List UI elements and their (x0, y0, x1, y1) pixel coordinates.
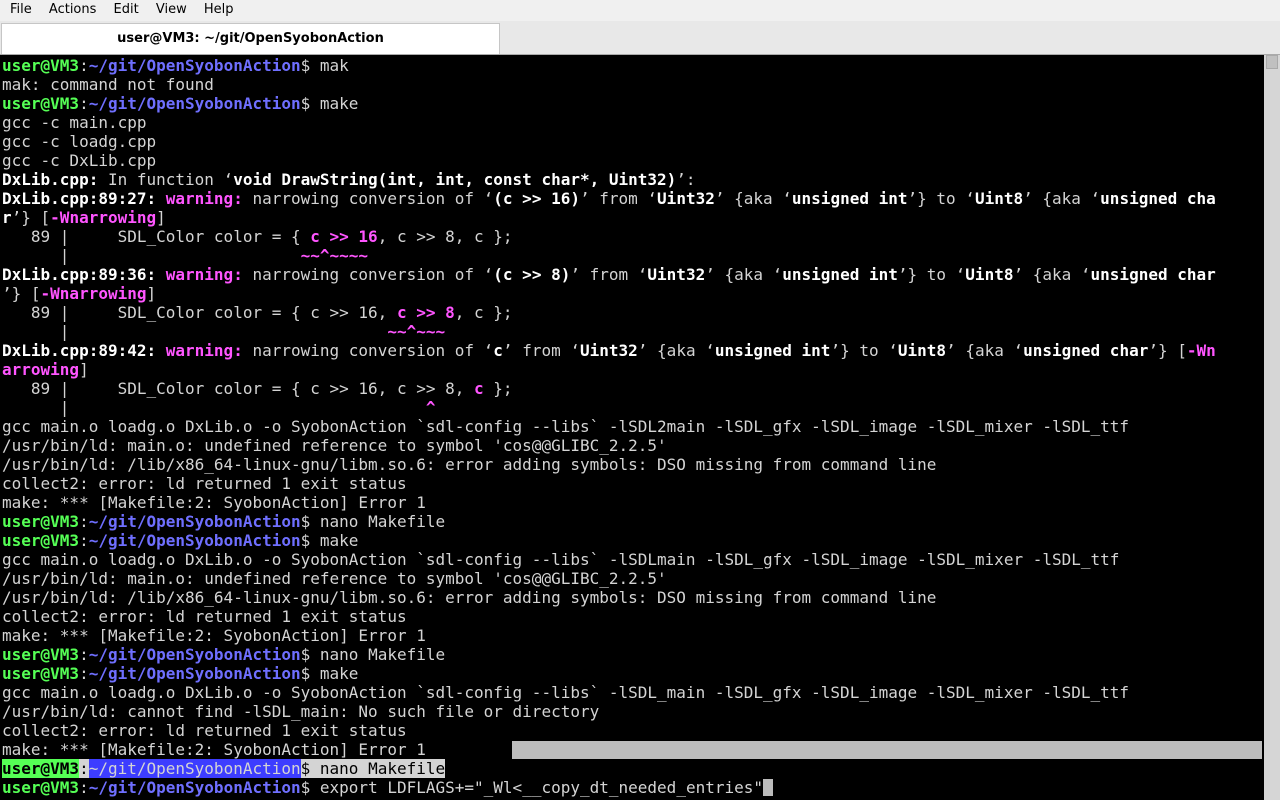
terminal-line: mak: command not found (2, 75, 214, 94)
terminal-line: /usr/bin/ld: /lib/x86_64-linux-gnu/libm.… (2, 455, 937, 474)
terminal-line: /usr/bin/ld: main.o: undefined reference… (2, 436, 667, 455)
terminal-line-selected: user@VM3:~/git/OpenSyobonAction$ nano Ma… (2, 759, 446, 778)
terminal-line: collect2: error: ld returned 1 exit stat… (2, 474, 407, 493)
terminal-line: gcc -c main.cpp (2, 113, 147, 132)
terminal-line: user@VM3:~/git/OpenSyobonAction$ make (2, 94, 359, 113)
tab-bar: user@VM3: ~/git/OpenSyobonAction (0, 21, 1280, 55)
menu-view[interactable]: View (156, 0, 187, 17)
menu-help[interactable]: Help (204, 0, 234, 17)
terminal-line: gcc -c DxLib.cpp (2, 151, 157, 170)
terminal-line: | ^ (2, 398, 436, 417)
terminal-line: /usr/bin/ld: cannot find -lSDL_main: No … (2, 702, 600, 721)
terminal-line: collect2: error: ld returned 1 exit stat… (2, 607, 407, 626)
terminal-line: user@VM3:~/git/OpenSyobonAction$ nano Ma… (2, 512, 446, 531)
terminal-line: user@VM3:~/git/OpenSyobonAction$ make (2, 531, 359, 550)
terminal-line: 89 | SDL_Color color = { c >> 16, c >> 8… (2, 303, 513, 322)
terminal-line: 89 | SDL_Color color = { c >> 16, c >> 8… (2, 379, 513, 398)
text-cursor (763, 779, 774, 796)
terminal-line: DxLib.cpp:89:42: warning: narrowing conv… (2, 341, 1216, 360)
terminal-line: make: *** [Makefile:2: SyobonAction] Err… (2, 493, 426, 512)
terminal-line: make: *** [Makefile:2: SyobonAction] Err… (2, 626, 426, 645)
menu-actions[interactable]: Actions (49, 0, 97, 17)
scrollbar[interactable] (1264, 55, 1280, 800)
terminal-line-current[interactable]: user@VM3:~/git/OpenSyobonAction$ export … (2, 778, 774, 797)
terminal-line: make: *** [Makefile:2: SyobonAction] Err… (2, 740, 426, 759)
terminal-tab[interactable]: user@VM3: ~/git/OpenSyobonAction (1, 23, 500, 54)
terminal-line: DxLib.cpp: In function ‘void DrawString(… (2, 170, 696, 189)
scrollbar-thumb[interactable] (1266, 55, 1278, 69)
terminal-line: collect2: error: ld returned 1 exit stat… (2, 721, 407, 740)
terminal-line: gcc main.o loadg.o DxLib.o -o SyobonActi… (2, 417, 1130, 436)
terminal-line: 89 | SDL_Color color = { c >> 16, c >> 8… (2, 227, 513, 246)
menu-edit[interactable]: Edit (114, 0, 139, 17)
menu-file[interactable]: File (10, 0, 32, 17)
terminal-line: /usr/bin/ld: /lib/x86_64-linux-gnu/libm.… (2, 588, 937, 607)
terminal-line: DxLib.cpp:89:27: warning: narrowing conv… (2, 189, 1216, 208)
terminal-line: gcc -c loadg.cpp (2, 132, 157, 151)
terminal-line: user@VM3:~/git/OpenSyobonAction$ mak (2, 56, 349, 75)
selection-highlight (512, 741, 1262, 759)
terminal-line: ’} [-Wnarrowing] (2, 284, 157, 303)
terminal-line: DxLib.cpp:89:36: warning: narrowing conv… (2, 265, 1216, 284)
menu-bar: File Actions Edit View Help (0, 0, 1280, 21)
terminal-line: user@VM3:~/git/OpenSyobonAction$ nano Ma… (2, 645, 446, 664)
terminal-line: r’} [-Wnarrowing] (2, 208, 166, 227)
terminal-line: /usr/bin/ld: main.o: undefined reference… (2, 569, 667, 588)
terminal-line: | ~~^~~~ (2, 322, 446, 341)
terminal-line: arrowing] (2, 360, 89, 379)
terminal-line: | ~~^~~~~ (2, 246, 369, 265)
terminal-line: gcc main.o loadg.o DxLib.o -o SyobonActi… (2, 683, 1130, 702)
terminal-line: gcc main.o loadg.o DxLib.o -o SyobonActi… (2, 550, 1120, 569)
terminal-line: user@VM3:~/git/OpenSyobonAction$ make (2, 664, 359, 683)
